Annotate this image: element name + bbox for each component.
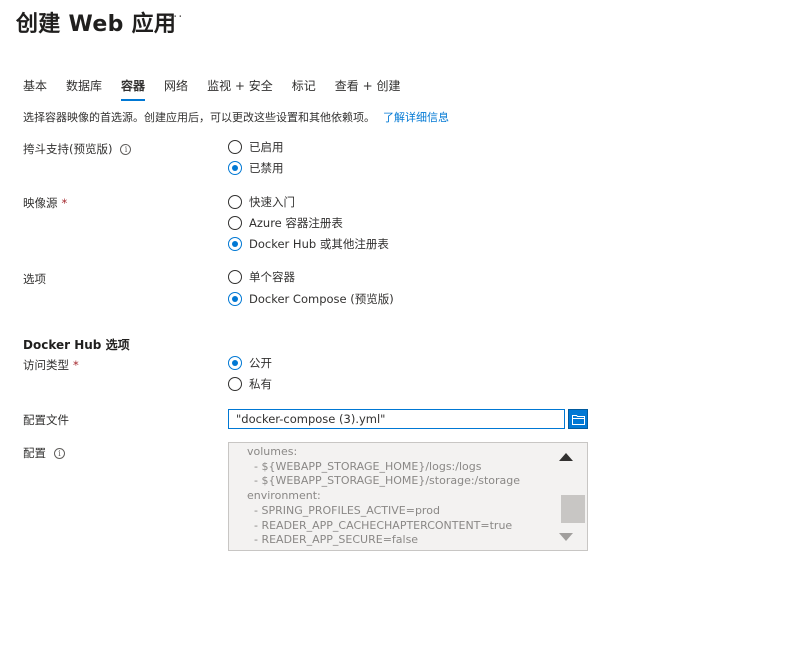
config-line: environment:	[247, 489, 321, 503]
tab-bar: 基本 数据库 容器 网络 监视 + 安全 标记 查看 + 创建	[23, 77, 419, 101]
config-textarea[interactable]: volumes: - ${WEBAPP_STORAGE_HOME}/logs:/…	[228, 442, 588, 551]
radio-sidecar-disabled[interactable]: 已禁用	[228, 160, 284, 176]
radio-label: Azure 容器注册表	[249, 216, 343, 230]
radio-circle-selected	[228, 356, 242, 370]
radio-circle-selected	[228, 237, 242, 251]
info-icon[interactable]: i	[120, 143, 132, 155]
radio-label: Docker Hub 或其他注册表	[249, 237, 389, 251]
access-type-label: 访问类型 *	[23, 357, 79, 373]
radio-quickstart[interactable]: 快速入门	[228, 194, 295, 210]
config-file-input[interactable]: "docker-compose (3).yml"	[228, 409, 565, 429]
tab-container[interactable]: 容器	[121, 77, 146, 101]
page-title: 创建 Web 应用	[16, 12, 177, 37]
sidecar-label: 挎斗支持(预览版) i	[23, 141, 132, 157]
tab-networking[interactable]: 网络	[164, 77, 188, 101]
radio-circle-selected	[228, 292, 242, 306]
config-content: volumes: - ${WEBAPP_STORAGE_HOME}/logs:/…	[247, 445, 520, 548]
radio-label: 已禁用	[249, 161, 284, 175]
tab-tags[interactable]: 标记	[292, 77, 316, 101]
radio-label: 已启用	[249, 140, 284, 154]
options-label-text: 选项	[23, 272, 46, 286]
radio-label: 私有	[249, 377, 272, 391]
radio-label: 单个容器	[249, 270, 295, 284]
folder-browse-icon-svg	[571, 414, 585, 425]
sidecar-label-text: 挎斗支持(预览版)	[23, 142, 113, 156]
radio-label: 快速入门	[249, 195, 295, 209]
radio-single-container[interactable]: 单个容器	[228, 269, 295, 285]
radio-circle	[228, 377, 242, 391]
image-source-label-text: 映像源	[23, 196, 58, 210]
config-line: - READER_APP_SECURE=false	[247, 533, 419, 547]
radio-azure-container-registry[interactable]: Azure 容器注册表	[228, 215, 343, 231]
docker-hub-section-title: Docker Hub 选项	[23, 338, 130, 352]
scroll-down-arrow-icon[interactable]	[559, 533, 573, 541]
required-marker: *	[73, 358, 79, 372]
options-label: 选项	[23, 271, 46, 287]
ellipsis-icon[interactable]: ···	[168, 10, 183, 25]
radio-public[interactable]: 公开	[228, 355, 272, 371]
config-file-label: 配置文件	[23, 412, 69, 428]
learn-more-link[interactable]: 了解详细信息	[383, 111, 449, 124]
tab-database[interactable]: 数据库	[66, 77, 102, 101]
radio-docker-compose[interactable]: Docker Compose (预览版)	[228, 291, 394, 307]
image-source-label: 映像源 *	[23, 195, 67, 211]
radio-circle	[228, 216, 242, 230]
radio-label: Docker Compose (预览版)	[249, 292, 394, 306]
config-label: 配置 i	[23, 445, 65, 461]
tab-monitoring-security[interactable]: 监视 + 安全	[207, 77, 273, 101]
config-label-text: 配置	[23, 446, 46, 460]
config-line: - ${WEBAPP_STORAGE_HOME}/logs:/logs	[247, 459, 482, 473]
config-line: - SPRING_PROFILES_ACTIVE=prod	[247, 503, 440, 517]
radio-label: 公开	[249, 356, 272, 370]
config-line: volumes:	[247, 445, 298, 458]
config-line: - READER_APP_CACHECHAPTERCONTENT=true	[247, 518, 513, 532]
description-text: 选择容器映像的首选源。创建应用后，可以更改这些设置和其他依赖项。 了解详细信息	[23, 109, 449, 125]
radio-sidecar-enabled[interactable]: 已启用	[228, 139, 284, 155]
scrollbar-thumb[interactable]	[561, 495, 585, 523]
tab-review-create[interactable]: 查看 + 创建	[335, 77, 401, 101]
radio-docker-hub[interactable]: Docker Hub 或其他注册表	[228, 236, 389, 252]
config-file-label-text: 配置文件	[23, 413, 69, 427]
tab-basics[interactable]: 基本	[23, 77, 47, 101]
description-body: 选择容器映像的首选源。创建应用后，可以更改这些设置和其他依赖项。	[23, 111, 375, 124]
radio-circle	[228, 270, 242, 284]
scroll-up-arrow-icon[interactable]	[559, 453, 573, 461]
config-line: - ${WEBAPP_STORAGE_HOME}/storage:/storag…	[247, 474, 521, 488]
folder-browse-icon[interactable]	[568, 409, 588, 429]
required-marker: *	[61, 196, 68, 210]
radio-private[interactable]: 私有	[228, 376, 272, 392]
info-icon[interactable]: i	[54, 447, 65, 459]
access-type-label-text: 访问类型	[23, 358, 69, 372]
radio-circle	[228, 195, 242, 209]
radio-circle	[228, 140, 242, 154]
radio-circle-selected	[228, 161, 242, 175]
